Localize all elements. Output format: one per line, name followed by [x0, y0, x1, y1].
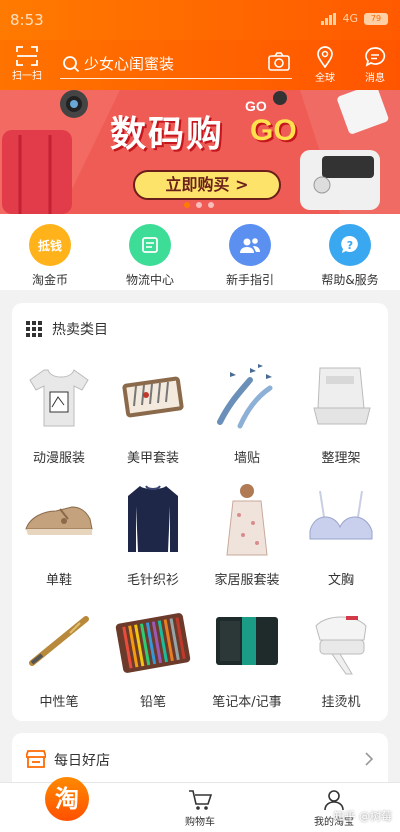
scan-icon	[16, 46, 38, 66]
category-item[interactable]: 中性笔	[12, 597, 106, 719]
manicure-kit-icon	[115, 359, 191, 435]
category-item[interactable]: 铅笔	[106, 597, 200, 719]
location-pin-icon	[317, 46, 333, 68]
category-item[interactable]: 整理架	[294, 353, 388, 475]
storage-rack-icon	[303, 359, 379, 435]
search-header: 扫一扫 少女心闺蜜装 全球 消息	[0, 40, 400, 90]
nav-label: 帮助&服务	[321, 273, 379, 287]
nav-help[interactable]: ? 帮助&服务	[300, 214, 400, 290]
search-input[interactable]: 少女心闺蜜装	[60, 47, 292, 79]
camera-icon[interactable]	[268, 52, 290, 72]
hot-categories-header: 热卖类目	[26, 319, 108, 339]
homewear-icon	[209, 481, 285, 557]
global-label: 全球	[315, 73, 335, 84]
cart-icon	[189, 790, 212, 810]
nav-guide[interactable]: 新手指引	[200, 214, 300, 290]
category-label: 整理架	[321, 451, 361, 466]
carousel-dot[interactable]	[208, 202, 214, 208]
category-item[interactable]: 文胸	[294, 475, 388, 597]
global-button[interactable]: 全球	[308, 46, 342, 84]
nav-taojinbi[interactable]: 抵钱 淘金币	[0, 214, 100, 290]
daily-shop-title: 每日好店	[54, 753, 110, 769]
category-item[interactable]: 笔记本/记事	[200, 597, 294, 719]
svg-text:?: ?	[347, 239, 353, 252]
category-label: 文胸	[327, 573, 354, 588]
hot-categories-card: 热卖类目 动漫服装 美甲套装 墙贴 整理架 单鞋 毛针织衫 家居服套装 文胸 中…	[12, 303, 388, 721]
tab-cart[interactable]: 购物车	[170, 789, 230, 828]
network-type: 4G	[342, 12, 358, 25]
buy-now-button[interactable]: 立即购买 >	[133, 170, 281, 200]
grid-icon	[26, 321, 42, 337]
help-icon: ?	[329, 224, 371, 266]
scan-label: 扫一扫	[12, 71, 42, 82]
pen-icon	[21, 603, 97, 679]
battery-icon: 79	[364, 12, 388, 25]
carousel-dot[interactable]	[196, 202, 202, 208]
hot-categories-title: 热卖类目	[52, 322, 108, 338]
tab-home[interactable]: 淘	[45, 777, 89, 821]
banner-title: 数码购	[110, 114, 225, 155]
category-label: 毛针织衫	[126, 573, 179, 588]
carousel-dot[interactable]	[184, 202, 190, 208]
category-grid: 动漫服装 美甲套装 墙贴 整理架 单鞋 毛针织衫 家居服套装 文胸 中性笔 铅笔…	[12, 353, 388, 719]
bottom-tab-bar: 淘 购物车 我的淘宝	[0, 777, 400, 832]
search-placeholder: 少女心闺蜜装	[84, 55, 175, 73]
message-icon	[365, 47, 386, 67]
category-item[interactable]: 单鞋	[12, 475, 106, 597]
category-label: 中性笔	[39, 695, 79, 710]
notebook-icon	[209, 603, 285, 679]
message-label: 消息	[365, 73, 385, 84]
guide-icon	[229, 224, 271, 266]
tshirt-icon	[21, 359, 97, 435]
signal-icon	[321, 12, 337, 25]
category-label: 单鞋	[45, 573, 72, 588]
category-label: 笔记本/记事	[212, 695, 282, 710]
category-label: 动漫服装	[32, 451, 85, 466]
status-indicators: 4G 79	[321, 12, 388, 25]
category-label: 家居服套装	[214, 573, 280, 588]
bra-icon	[303, 481, 379, 557]
search-icon	[63, 56, 80, 73]
pencil-case-icon	[115, 603, 191, 679]
nav-label: 淘金币	[31, 273, 68, 287]
status-time: 8:53	[10, 11, 44, 29]
chevron-right-icon	[365, 752, 374, 766]
nav-label: 物流中心	[125, 273, 174, 287]
category-item[interactable]: 挂烫机	[294, 597, 388, 719]
banner-go-small: GO	[245, 98, 267, 114]
shoe-icon	[21, 481, 97, 557]
banner-go: GO	[250, 114, 297, 147]
sweater-icon	[115, 481, 191, 557]
cart-label: 购物车	[185, 817, 215, 828]
status-bar: 8:53 4G 79	[0, 0, 400, 40]
carousel-dots	[184, 202, 214, 208]
category-label: 铅笔	[139, 695, 166, 710]
message-button[interactable]: 消息	[358, 46, 392, 84]
category-item[interactable]: 家居服套装	[200, 475, 294, 597]
watermark: 知乎 @树莓	[333, 810, 393, 823]
category-label: 美甲套装	[126, 451, 179, 466]
coin-icon: 抵钱	[29, 224, 71, 266]
category-item[interactable]: 美甲套装	[106, 353, 200, 475]
scan-button[interactable]: 扫一扫	[8, 46, 46, 82]
wall-sticker-icon	[209, 359, 285, 435]
category-label: 挂烫机	[321, 695, 361, 710]
steamer-icon	[303, 603, 379, 679]
category-label: 墙贴	[233, 451, 260, 466]
category-item[interactable]: 毛针织衫	[106, 475, 200, 597]
shop-icon	[26, 750, 46, 768]
category-item[interactable]: 墙贴	[200, 353, 294, 475]
nav-logistics[interactable]: 物流中心	[100, 214, 200, 290]
quick-nav: 抵钱 淘金币 物流中心 新手指引 ? 帮助&服务	[0, 214, 400, 290]
category-item[interactable]: 动漫服装	[12, 353, 106, 475]
nav-label: 新手指引	[225, 273, 274, 287]
coin-badge: 抵钱	[37, 238, 62, 253]
promo-banner[interactable]: 数码购 GO GO 立即购买 >	[0, 90, 400, 214]
logistics-icon	[129, 224, 171, 266]
